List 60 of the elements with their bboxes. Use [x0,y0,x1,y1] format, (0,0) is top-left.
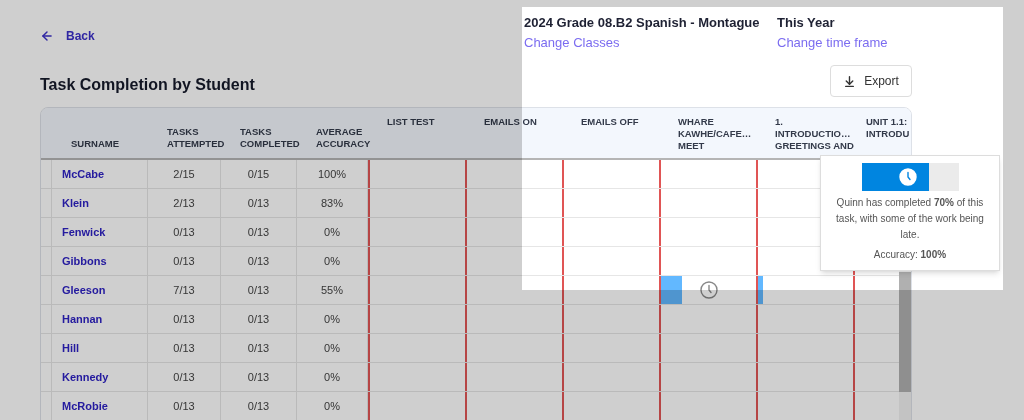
student-surname-link[interactable]: McCabe [62,165,105,183]
table-cell-text: 0/13 [173,340,195,356]
table-cell-text: 0/13 [173,253,195,269]
back-link[interactable]: Back [40,27,255,45]
progress-fill[interactable] [758,276,763,304]
student-surname-link[interactable]: Fenwick [62,223,106,241]
table-cell-text: 0% [324,369,340,385]
change-classes-link[interactable]: Change Classes [524,32,777,52]
table-cell-text: 100% [317,166,347,182]
table-cell-text: 83% [321,195,343,211]
table-cell-text: 0/13 [173,311,195,327]
column-header: EMAILS OFF [581,116,639,128]
table-cell-text: 0% [324,224,340,240]
column-header: EMAILS ON [484,116,537,128]
table-cell-text: 0/13 [173,369,195,385]
table-cell-text: 2/13 [173,195,195,211]
clock-icon [699,281,718,299]
table-cell-text: 2/15 [173,166,195,182]
progress-fill[interactable] [661,276,682,304]
column-header: SURNAME [71,138,120,150]
student-surname-link[interactable]: Gleeson [62,281,106,299]
table-cell-text: 0/13 [247,224,270,240]
student-surname-link[interactable]: McRobie [62,397,108,415]
table-cell-text: 0/13 [247,282,270,298]
page-title: Task Completion by Student [40,75,255,95]
student-surname-link[interactable]: Hannan [62,310,103,328]
table-cell-text: 0% [324,253,340,269]
table-cell-text: 0% [324,311,340,327]
table-cell-text: 0/13 [247,195,270,211]
table-cell-text: 0/13 [247,340,270,356]
table-cell-text: 0/15 [247,166,270,182]
table-cell-text: 0% [324,340,340,356]
column-header: TASKS ATTEMPTED [167,126,225,150]
table-cell-text: 0% [324,398,340,414]
student-surname-link[interactable]: Klein [62,194,89,212]
class-name: 2024 Grade 08.B2 Spanish - Montague [524,14,761,32]
table-cell-text: 0/13 [247,253,270,269]
student-surname-link[interactable]: Gibbons [62,252,107,270]
tooltip-accuracy: Accuracy: 100% [873,248,947,262]
column-header: WHARE KAWHE/CAFE… MEET [678,116,752,152]
column-header: LIST TEST [387,116,435,128]
student-surname-link[interactable]: Kennedy [62,368,109,386]
tooltip-message: Quinn has completed 70% of this task, with some of the work being late. [835,196,985,242]
column-header: AVERAGE ACCURACY [316,126,371,150]
time-frame-label: This Year [777,14,836,32]
table-cell-text: 55% [321,282,343,298]
column-header: 1. INTRODUCTIO… GREETINGS AND [775,116,854,152]
table-cell-text: 0/13 [247,369,270,385]
clock-icon [899,168,918,186]
column-header: TASKS COMPLETED [240,126,300,150]
table-cell-text: 0/13 [173,398,195,414]
export-button[interactable]: Export [830,65,912,97]
download-icon [843,74,857,88]
column-header: UNIT 1.1: INTRODU [866,116,910,140]
change-time-frame-link[interactable]: Change time frame [777,32,888,52]
student-surname-link[interactable]: Hill [62,339,80,357]
table-cell-text: 7/13 [173,282,195,298]
table-cell-text: 0/13 [247,398,270,414]
table-cell-text: 0/13 [173,224,195,240]
table-cell-text: 0/13 [247,311,270,327]
